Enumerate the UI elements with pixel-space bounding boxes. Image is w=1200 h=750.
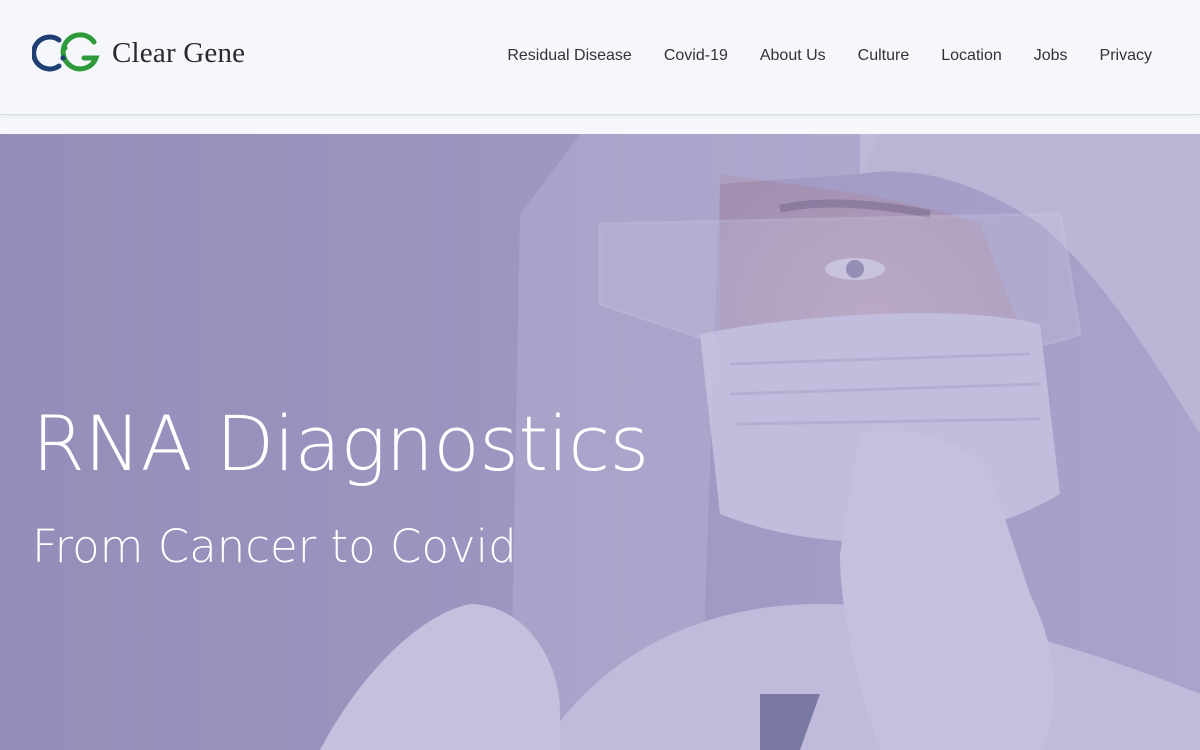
hero-title: RNA Diagnostics	[32, 399, 649, 488]
nav-item-privacy[interactable]: Privacy	[1100, 44, 1152, 68]
nav-item-residual-disease[interactable]: Residual Disease	[507, 44, 632, 68]
nav-item-culture[interactable]: Culture	[858, 44, 910, 68]
brand-name: Clear Gene	[112, 37, 246, 69]
brand-logo[interactable]: Clear Gene	[32, 32, 245, 74]
clear-gene-logo-icon	[32, 32, 100, 72]
header-spacer	[0, 115, 1200, 134]
hero-subtitle: From Cancer to Covid	[32, 520, 517, 573]
nav-item-covid-19[interactable]: Covid-19	[664, 44, 728, 68]
nav-item-about-us[interactable]: About Us	[760, 44, 826, 68]
site-header: Clear Gene Residual Disease Covid-19 Abo…	[0, 0, 1200, 115]
main-nav: Residual Disease Covid-19 About Us Cultu…	[507, 44, 1152, 68]
nav-item-jobs[interactable]: Jobs	[1034, 44, 1068, 68]
hero-banner: RNA Diagnostics From Cancer to Covid	[0, 134, 1200, 750]
nav-item-location[interactable]: Location	[941, 44, 1002, 68]
